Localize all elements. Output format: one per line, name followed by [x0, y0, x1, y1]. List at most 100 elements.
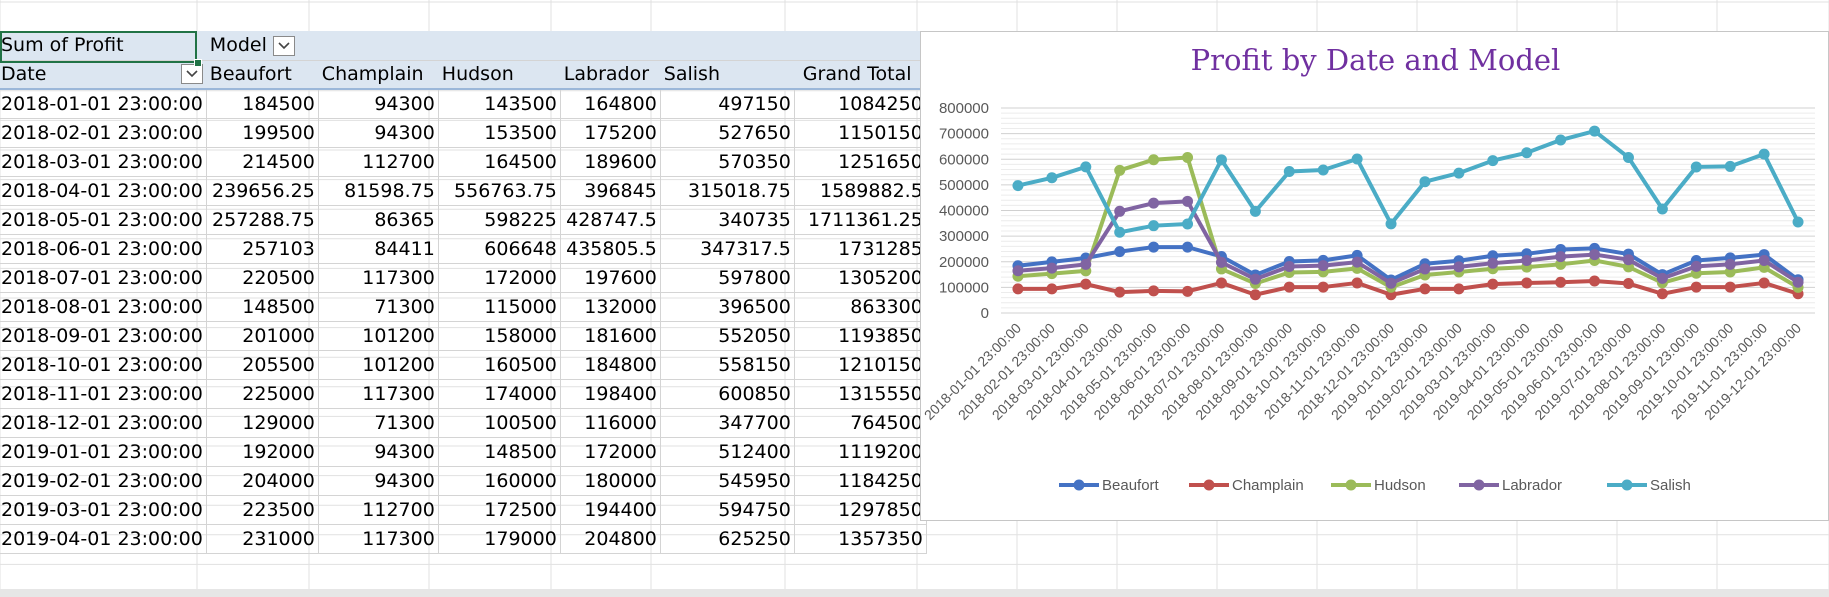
data-point[interactable] — [1114, 205, 1126, 217]
data-point[interactable] — [1351, 277, 1363, 289]
data-point[interactable] — [1487, 155, 1499, 167]
value-cell[interactable]: 94300 — [318, 89, 439, 119]
data-point[interactable] — [1690, 161, 1702, 173]
value-cell[interactable]: 112700 — [318, 147, 439, 177]
value-cell[interactable]: 204800 — [560, 524, 661, 554]
grand-total-cell[interactable]: 764500 — [794, 408, 927, 438]
value-cell[interactable]: 94300 — [318, 437, 439, 467]
value-cell[interactable]: 347700 — [660, 408, 795, 438]
value-cell[interactable]: 174000 — [438, 379, 561, 409]
grand-total-cell[interactable]: 1084250 — [794, 89, 927, 119]
value-cell[interactable]: 315018.75 — [660, 176, 795, 206]
value-cell[interactable]: 225000 — [206, 379, 319, 409]
value-cell[interactable]: 115000 — [438, 292, 561, 322]
fill-handle[interactable] — [194, 59, 202, 67]
data-point[interactable] — [1589, 249, 1601, 261]
value-cell[interactable]: 101200 — [318, 350, 439, 380]
value-cell[interactable]: 172000 — [438, 263, 561, 293]
data-point[interactable] — [1283, 166, 1295, 178]
data-point[interactable] — [1724, 258, 1736, 270]
value-cell[interactable]: 180000 — [560, 466, 661, 496]
data-point[interactable] — [1114, 286, 1126, 298]
chart-title[interactable]: Profit by Date and Model — [921, 43, 1829, 77]
line-chart[interactable]: 0 100000 200000 300000 400000 500000 600000 700… — [920, 31, 1829, 521]
row-date-cell[interactable]: 2018-04-01 23:00:00 — [0, 176, 207, 206]
value-cell[interactable]: 545950 — [660, 466, 795, 496]
data-point[interactable] — [1656, 203, 1668, 215]
data-point[interactable] — [1148, 241, 1160, 253]
data-point[interactable] — [1758, 277, 1770, 289]
value-cell[interactable]: 81598.75 — [318, 176, 439, 206]
data-point[interactable] — [1419, 283, 1431, 295]
data-point[interactable] — [1419, 176, 1431, 188]
value-cell[interactable]: 86365 — [318, 205, 439, 235]
column-header-champlain[interactable]: Champlain — [318, 60, 439, 90]
row-date-cell[interactable]: 2018-01-01 23:00:00 — [0, 89, 207, 119]
data-point[interactable] — [1148, 154, 1160, 166]
data-point[interactable] — [1385, 277, 1397, 289]
grand-total-cell[interactable]: 1119200 — [794, 437, 927, 467]
value-cell[interactable]: 257288.75 — [206, 205, 319, 235]
legend-entry-champlain[interactable]: Champlain — [1232, 477, 1304, 494]
value-cell[interactable]: 172000 — [560, 437, 661, 467]
row-date-cell[interactable]: 2018-12-01 23:00:00 — [0, 408, 207, 438]
legend-entry-hudson[interactable]: Hudson — [1374, 477, 1426, 494]
value-cell[interactable]: 181600 — [560, 321, 661, 351]
series-line-salish[interactable] — [1017, 129, 1800, 235]
legend-entry-labrador[interactable]: Labrador — [1502, 477, 1562, 494]
column-header-labrador[interactable]: Labrador — [560, 60, 661, 90]
data-point[interactable] — [1012, 180, 1024, 192]
value-cell[interactable]: 257103 — [206, 234, 319, 264]
value-cell[interactable]: 160000 — [438, 466, 561, 496]
data-point[interactable] — [1182, 218, 1194, 230]
data-point[interactable] — [1317, 260, 1329, 272]
value-cell[interactable]: 205500 — [206, 350, 319, 380]
value-cell[interactable]: 132000 — [560, 292, 661, 322]
data-point[interactable] — [1453, 167, 1465, 179]
value-cell[interactable]: 558150 — [660, 350, 795, 380]
value-cell[interactable]: 101200 — [318, 321, 439, 351]
column-header-hudson[interactable]: Hudson — [438, 60, 561, 90]
value-cell[interactable]: 597800 — [660, 263, 795, 293]
value-cell[interactable]: 164500 — [438, 147, 561, 177]
value-cell[interactable]: 172500 — [438, 495, 561, 525]
value-cell[interactable]: 570350 — [660, 147, 795, 177]
column-header-salish[interactable]: Salish — [660, 60, 795, 90]
data-point[interactable] — [1758, 254, 1770, 266]
data-point[interactable] — [1555, 276, 1567, 288]
column-header-beaufort[interactable]: Beaufort — [206, 60, 319, 90]
data-point[interactable] — [1215, 256, 1227, 268]
data-point[interactable] — [1012, 265, 1024, 277]
column-header-grand-total[interactable]: Grand Total — [794, 60, 927, 90]
grand-total-cell[interactable]: 1305200 — [794, 263, 927, 293]
data-point[interactable] — [1249, 273, 1261, 285]
value-cell[interactable]: 94300 — [318, 118, 439, 148]
value-cell[interactable]: 71300 — [318, 292, 439, 322]
legend-entry-salish[interactable]: Salish — [1650, 477, 1691, 494]
value-cell[interactable]: 100500 — [438, 408, 561, 438]
data-point[interactable] — [1148, 285, 1160, 297]
row-date-cell[interactable]: 2019-04-01 23:00:00 — [0, 524, 207, 554]
value-cell[interactable]: 214500 — [206, 147, 319, 177]
data-point[interactable] — [1487, 278, 1499, 290]
value-cell[interactable]: 112700 — [318, 495, 439, 525]
data-point[interactable] — [1317, 281, 1329, 293]
value-cell[interactable]: 198400 — [560, 379, 661, 409]
value-cell[interactable]: 148500 — [206, 292, 319, 322]
row-date-cell[interactable]: 2019-03-01 23:00:00 — [0, 495, 207, 525]
value-cell[interactable]: 192000 — [206, 437, 319, 467]
grand-total-cell[interactable]: 1711361.25 — [794, 205, 927, 235]
value-cell[interactable]: 189600 — [560, 147, 661, 177]
data-point[interactable] — [1182, 152, 1194, 164]
value-cell[interactable]: 497150 — [660, 89, 795, 119]
data-point[interactable] — [1555, 134, 1567, 146]
data-point[interactable] — [1521, 147, 1533, 159]
pivot-column-field-header[interactable]: Model — [206, 31, 319, 61]
row-date-cell[interactable]: 2018-11-01 23:00:00 — [0, 379, 207, 409]
grand-total-cell[interactable]: 1357350 — [794, 524, 927, 554]
data-point[interactable] — [1046, 172, 1058, 184]
data-point[interactable] — [1215, 154, 1227, 166]
data-point[interactable] — [1148, 220, 1160, 232]
grand-total-cell[interactable]: 1297850 — [794, 495, 927, 525]
value-cell[interactable]: 396500 — [660, 292, 795, 322]
